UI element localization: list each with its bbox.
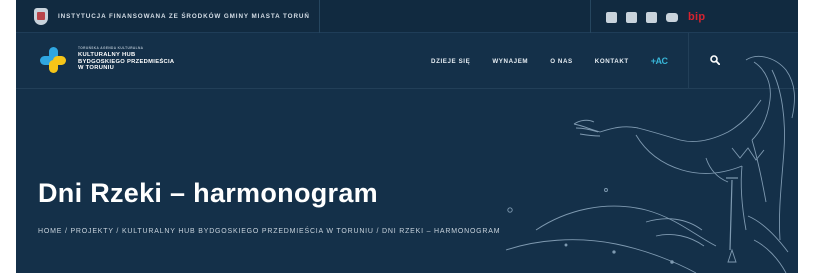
torun-crest-icon: [34, 7, 48, 25]
breadcrumb-separator: /: [373, 228, 383, 235]
breadcrumb-projekty[interactable]: PROJEKTY: [70, 228, 113, 235]
logo-line: BYDGOSKIEGO PRZEDMIEŚCIA: [78, 58, 175, 65]
page-title: Dni Rzeki – harmonogram: [38, 178, 378, 208]
breadcrumb-current: DNI RZEKI – HARMONOGRAM: [382, 228, 501, 235]
logo-subtitle: TORUŃSKA AGENDA KULTURALNA: [78, 46, 144, 50]
instagram-icon[interactable]: [626, 11, 637, 23]
social-links: bip: [606, 11, 705, 23]
breadcrumb: HOME / PROJEKTY / KULTURALNY HUB BYDGOSK…: [38, 228, 500, 235]
page-frame: INSTYTUCJA FINANSOWANA ZE ŚRODKÓW GMINY …: [16, 0, 798, 273]
breadcrumb-home[interactable]: HOME: [38, 228, 62, 235]
breadcrumb-separator: /: [113, 228, 122, 235]
breadcrumb-hub[interactable]: KULTURALNY HUB BYDGOSKIEGO PRZEDMIEŚCIA …: [122, 228, 374, 235]
river-goddess-illustration: [505, 56, 795, 273]
logo-line: KULTURALNY HUB: [78, 52, 136, 58]
flickr-icon[interactable]: [646, 11, 657, 23]
divider: [590, 0, 591, 33]
logo-wordmark[interactable]: TORUŃSKA AGENDA KULTURALNA KULTURALNY HU…: [78, 46, 174, 72]
facebook-icon[interactable]: [606, 11, 617, 23]
divider: [319, 0, 320, 33]
nav-item-dzieje-sie[interactable]: DZIEJE SIĘ: [431, 58, 470, 65]
top-bar: INSTYTUCJA FINANSOWANA ZE ŚRODKÓW GMINY …: [16, 0, 798, 33]
logo-line: W TORUNIU: [78, 65, 115, 72]
bip-link[interactable]: bip: [688, 11, 705, 23]
funding-notice: INSTYTUCJA FINANSOWANA ZE ŚRODKÓW GMINY …: [58, 12, 310, 20]
youtube-icon[interactable]: [666, 13, 678, 22]
hub-logo-icon[interactable]: [38, 45, 68, 75]
